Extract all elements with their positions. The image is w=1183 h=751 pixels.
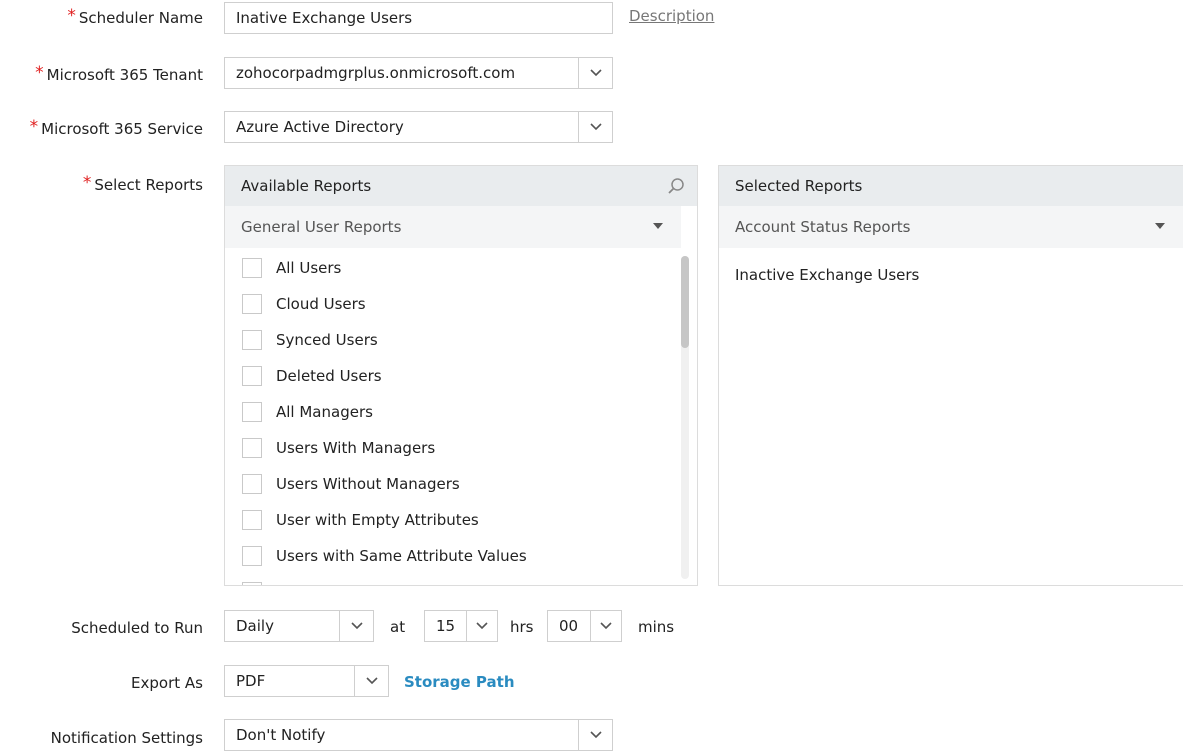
available-reports-header: Available Reports	[225, 166, 697, 206]
hours-value: 15	[436, 617, 456, 635]
report-label: Users Without Managers	[276, 475, 460, 493]
required-marker: *	[29, 117, 39, 137]
list-item[interactable]: Users Without Managers	[225, 466, 681, 502]
report-checkbox[interactable]	[242, 546, 262, 566]
report-checkbox[interactable]	[242, 474, 262, 494]
minutes-select[interactable]: 00	[547, 610, 622, 642]
mins-text: mins	[638, 618, 675, 636]
scheduler-name-label: * Scheduler Name	[67, 6, 203, 27]
report-checkbox[interactable]	[242, 510, 262, 530]
scrollbar-thumb[interactable]	[681, 256, 689, 348]
list-item-partial[interactable]	[225, 574, 681, 585]
list-item[interactable]: Cloud Users	[225, 286, 681, 322]
hours-select[interactable]: 15	[424, 610, 498, 642]
list-item[interactable]: Users With Managers	[225, 430, 681, 466]
chevron-down-icon[interactable]	[578, 58, 612, 88]
available-category-select[interactable]: General User Reports	[225, 206, 681, 248]
notification-select[interactable]: Don't Notify	[224, 719, 613, 751]
tenant-value: zohocorpadmgrplus.onmicrosoft.com	[236, 64, 516, 82]
selected-category-select[interactable]: Account Status Reports	[719, 206, 1183, 248]
notification-label: Notification Settings	[50, 729, 203, 747]
description-link[interactable]: Description	[629, 7, 714, 25]
selected-reports-panel: Selected Reports Account Status Reports …	[718, 165, 1183, 586]
report-checkbox[interactable]	[242, 582, 262, 585]
required-marker: *	[67, 6, 76, 26]
storage-path-link[interactable]: Storage Path	[404, 673, 515, 691]
report-label: Cloud Users	[276, 295, 366, 313]
scheduler-name-input[interactable]	[224, 2, 613, 34]
select-reports-label: * Select Reports	[82, 173, 203, 194]
caret-down-icon[interactable]	[1155, 223, 1165, 229]
list-item[interactable]: Synced Users	[225, 322, 681, 358]
available-reports-panel: Available Reports General User Reports A…	[224, 165, 698, 586]
hrs-text: hrs	[510, 618, 534, 636]
report-checkbox[interactable]	[242, 438, 262, 458]
report-checkbox[interactable]	[242, 402, 262, 422]
available-reports-title: Available Reports	[241, 177, 372, 195]
service-label: * Microsoft 365 Service	[29, 117, 203, 138]
report-label: Deleted Users	[276, 367, 382, 385]
minutes-value: 00	[559, 617, 579, 635]
chevron-down-icon[interactable]	[339, 611, 373, 641]
list-item[interactable]: Deleted Users	[225, 358, 681, 394]
chevron-down-icon[interactable]	[578, 720, 612, 750]
chevron-down-icon[interactable]	[354, 666, 388, 696]
available-category-value: General User Reports	[241, 218, 402, 236]
search-icon[interactable]	[667, 177, 685, 199]
selected-reports-header: Selected Reports	[719, 166, 1183, 206]
report-label: User with Empty Attributes	[276, 511, 479, 529]
chevron-down-icon[interactable]	[466, 611, 497, 641]
scheduler-name-text[interactable]	[225, 8, 612, 28]
available-reports-list: All Users Cloud Users Synced Users Delet…	[225, 248, 681, 585]
schedule-label: Scheduled to Run	[71, 619, 203, 637]
chevron-down-icon[interactable]	[578, 112, 612, 142]
at-text: at	[390, 618, 406, 636]
notification-value: Don't Notify	[236, 726, 326, 744]
report-label: All Managers	[276, 403, 373, 421]
tenant-select[interactable]: zohocorpadmgrplus.onmicrosoft.com	[224, 57, 613, 89]
selected-reports-title: Selected Reports	[735, 177, 863, 195]
report-checkbox[interactable]	[242, 366, 262, 386]
required-marker: *	[82, 173, 92, 193]
report-checkbox[interactable]	[242, 258, 262, 278]
report-label: Users with Same Attribute Values	[276, 547, 527, 565]
export-select[interactable]: PDF	[224, 665, 389, 697]
scrollbar[interactable]	[681, 256, 689, 579]
tenant-label: * Microsoft 365 Tenant	[35, 63, 203, 84]
report-label: Synced Users	[276, 331, 378, 349]
service-select[interactable]: Azure Active Directory	[224, 111, 613, 143]
service-value: Azure Active Directory	[236, 118, 404, 136]
report-label: All Users	[276, 259, 342, 277]
list-item[interactable]: All Managers	[225, 394, 681, 430]
export-label: Export As	[131, 674, 203, 692]
selected-category-value: Account Status Reports	[735, 218, 911, 236]
frequency-select[interactable]: Daily	[224, 610, 374, 642]
report-checkbox[interactable]	[242, 294, 262, 314]
list-item[interactable]: All Users	[225, 250, 681, 286]
chevron-down-icon[interactable]	[590, 611, 621, 641]
report-label: Users With Managers	[276, 439, 436, 457]
report-checkbox[interactable]	[242, 330, 262, 350]
list-item[interactable]: Inactive Exchange Users	[719, 248, 1183, 284]
selected-report-label: Inactive Exchange Users	[735, 266, 920, 284]
export-value: PDF	[236, 672, 266, 690]
required-marker: *	[35, 63, 44, 83]
list-item[interactable]: Users with Same Attribute Values	[225, 538, 681, 574]
frequency-value: Daily	[236, 617, 274, 635]
caret-down-icon[interactable]	[653, 223, 663, 229]
list-item[interactable]: User with Empty Attributes	[225, 502, 681, 538]
